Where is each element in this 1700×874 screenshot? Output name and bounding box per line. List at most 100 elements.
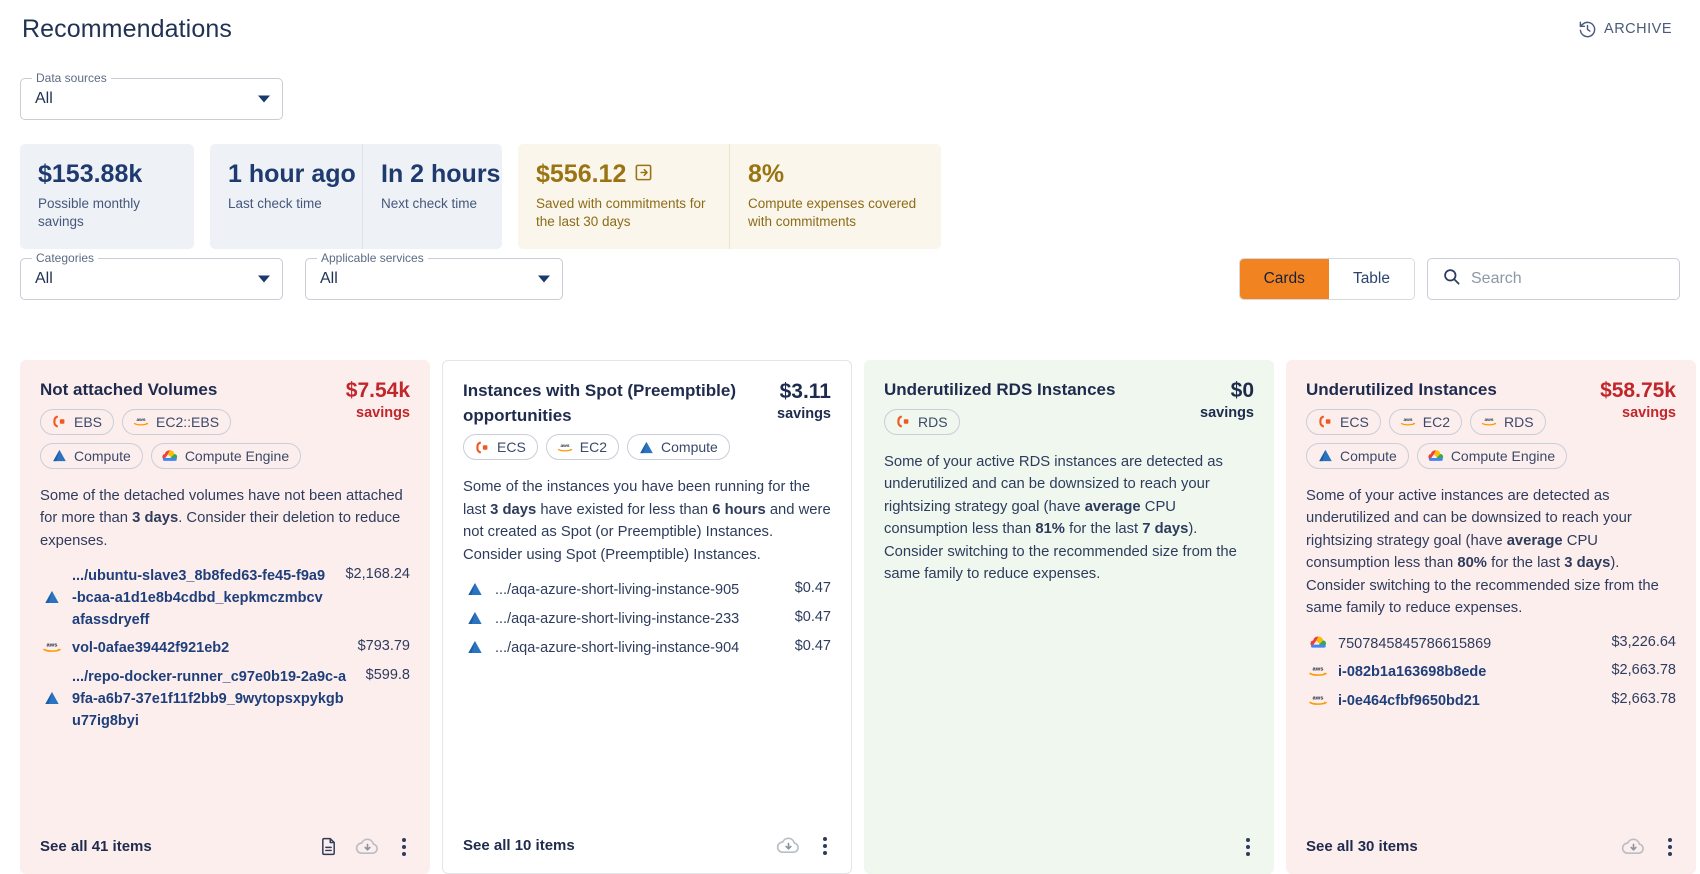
card-service-chips: ECS aws EC2 aws RDS Compute Compute Engine: [1306, 408, 1590, 469]
stat-last-check-label: Last check time: [228, 195, 322, 211]
item-provider-icon: aws: [1306, 693, 1330, 711]
view-controls: Cards Table: [1238, 258, 1680, 300]
recommendation-card-underutilized-instances: Underutilized Instances ECS aws EC2 aws RDS Co…: [1286, 360, 1696, 874]
card-savings-label: savings: [777, 406, 831, 423]
service-chip-ecs[interactable]: ECS: [463, 434, 538, 461]
item-price: $2,663.78: [1611, 691, 1676, 708]
card-title: Instances with Spot (Preemptible) opport…: [463, 381, 736, 425]
stat-possible-savings: $153.88k Possible monthly savings: [20, 144, 194, 249]
card-savings-amount: $3.11: [779, 380, 831, 403]
list-item[interactable]: 7507845845786615869 $3,226.64: [1306, 634, 1676, 656]
svg-text:aws: aws: [47, 643, 58, 649]
item-name[interactable]: i-082b1a163698b8ede: [1338, 662, 1595, 684]
applicable-services-select[interactable]: Applicable services All: [305, 251, 563, 300]
history-clock-icon: [1578, 20, 1597, 39]
data-sources-select[interactable]: Data sources All: [20, 71, 283, 120]
kebab-menu-icon[interactable]: [396, 836, 412, 858]
see-all-items-link[interactable]: See all 30 items: [1306, 838, 1418, 855]
azure-icon: [466, 580, 484, 602]
card-footer-actions: [318, 835, 412, 858]
service-chip-label: Compute Engine: [184, 447, 290, 464]
service-chip-compute[interactable]: Compute: [627, 434, 730, 461]
service-chip-ec2[interactable]: aws EC2: [545, 434, 620, 461]
service-chip-ec2-ebs[interactable]: aws EC2::EBS: [122, 408, 232, 435]
item-name[interactable]: vol-0afae39442f921eb2: [72, 638, 342, 660]
card-footer: See all 10 items: [463, 834, 833, 857]
card-savings-label: savings: [356, 405, 410, 422]
item-provider-icon: [463, 582, 487, 600]
card-savings-amount: $0: [1230, 379, 1254, 402]
categories-select[interactable]: Categories All: [20, 251, 283, 300]
item-price: $0.47: [794, 637, 831, 654]
service-chip-label: RDS: [1504, 413, 1534, 430]
list-item[interactable]: .../aqa-azure-short-living-instance-233 $…: [463, 609, 831, 631]
kebab-menu-icon[interactable]: [1662, 836, 1678, 858]
card-savings: $0 savings: [1200, 378, 1254, 421]
service-chip-label: EC2::EBS: [156, 413, 220, 430]
list-item[interactable]: aws vol-0afae39442f921eb2 $793.79: [40, 638, 410, 660]
list-item[interactable]: aws i-082b1a163698b8ede $2,663.78: [1306, 662, 1676, 684]
item-provider-icon: [1306, 635, 1330, 653]
list-item[interactable]: .../ubuntu-slave3_8b8fed63-fe45-f9a9-bca…: [40, 566, 410, 631]
item-name[interactable]: .../repo-docker-runner_c97e0b19-2a9c-a9f…: [72, 667, 350, 732]
stat-next-check-value: In 2 hours: [381, 160, 501, 188]
tab-table[interactable]: Table: [1328, 259, 1414, 299]
recommendations-page: Recommendations ARCHIVE Data sources All…: [0, 0, 1700, 874]
login-arrow-icon[interactable]: [634, 160, 653, 189]
card-savings-amount: $7.54k: [345, 379, 410, 402]
item-name[interactable]: 7507845845786615869: [1338, 634, 1595, 656]
service-chip-compute[interactable]: Compute: [1306, 442, 1409, 469]
list-item[interactable]: .../aqa-azure-short-living-instance-905 $…: [463, 580, 831, 602]
item-name[interactable]: .../aqa-azure-short-living-instance-904: [495, 638, 779, 660]
data-sources-filter: Data sources All: [20, 71, 283, 120]
see-all-items-link[interactable]: See all 10 items: [463, 837, 575, 854]
data-sources-value: All: [35, 90, 53, 107]
service-chip-compute[interactable]: Compute: [40, 442, 143, 469]
service-chip-ecs[interactable]: ECS: [1306, 408, 1381, 435]
recommendation-cards: Not attached Volumes EBS aws EC2::EBS Comput…: [20, 360, 1696, 874]
search-input[interactable]: [1471, 270, 1665, 288]
item-price: $3,226.64: [1611, 633, 1676, 650]
archive-label: ARCHIVE: [1604, 21, 1672, 37]
service-chip-ebs[interactable]: EBS: [40, 408, 115, 435]
archive-button[interactable]: ARCHIVE: [1572, 14, 1678, 45]
aws-icon: aws: [1480, 414, 1498, 429]
summary-stats: $153.88k Possible monthly savings 1 hour…: [20, 144, 941, 250]
card-item-list: .../ubuntu-slave3_8b8fed63-fe45-f9a9-bca…: [40, 566, 410, 732]
service-chip-label: ECS: [1340, 413, 1369, 430]
item-name[interactable]: .../aqa-azure-short-living-instance-233: [495, 609, 779, 631]
categories-value: All: [35, 270, 53, 287]
service-chip-rds[interactable]: aws RDS: [1470, 408, 1546, 435]
card-savings: $3.11 savings: [777, 379, 831, 422]
page-header: Recommendations ARCHIVE: [0, 0, 1700, 58]
cloud-download-icon[interactable]: [1621, 835, 1646, 858]
item-name[interactable]: i-0e464cfbf9650bd21: [1338, 691, 1595, 713]
see-all-items-link[interactable]: See all 41 items: [40, 838, 152, 855]
card-description: Some of your active instances are detect…: [1306, 487, 1659, 617]
list-item[interactable]: aws i-0e464cfbf9650bd21 $2,663.78: [1306, 691, 1676, 713]
list-item[interactable]: .../aqa-azure-short-living-instance-904 $…: [463, 638, 831, 660]
aws-rds-icon: [894, 414, 912, 429]
kebab-menu-icon[interactable]: [817, 835, 833, 857]
document-icon[interactable]: [318, 835, 339, 858]
cloud-download-icon[interactable]: [776, 834, 801, 857]
kebab-menu-icon[interactable]: [1240, 836, 1256, 858]
list-item[interactable]: .../repo-docker-runner_c97e0b19-2a9c-a9f…: [40, 667, 410, 732]
service-chip-label: ECS: [497, 439, 526, 456]
service-chip-compute-engine[interactable]: Compute Engine: [150, 442, 302, 469]
service-chip-ec2[interactable]: aws EC2: [1388, 408, 1463, 435]
stat-saved-commitments-value: $556.12: [536, 160, 627, 188]
tab-cards[interactable]: Cards: [1239, 259, 1329, 299]
svg-text:aws: aws: [1313, 667, 1324, 673]
card-savings-amount: $58.75k: [1600, 379, 1676, 402]
azure-icon: [50, 448, 68, 463]
service-chip-rds[interactable]: RDS: [884, 408, 960, 435]
service-chip-compute-engine[interactable]: Compute Engine: [1416, 442, 1568, 469]
svg-text:aws: aws: [137, 418, 146, 423]
card-header: Instances with Spot (Preemptible) opport…: [463, 379, 831, 461]
item-name[interactable]: .../aqa-azure-short-living-instance-905: [495, 580, 779, 602]
cloud-download-icon[interactable]: [355, 835, 380, 858]
item-provider-icon: aws: [40, 640, 64, 658]
item-name[interactable]: .../ubuntu-slave3_8b8fed63-fe45-f9a9-bca…: [72, 566, 329, 631]
search-box[interactable]: [1427, 258, 1680, 300]
